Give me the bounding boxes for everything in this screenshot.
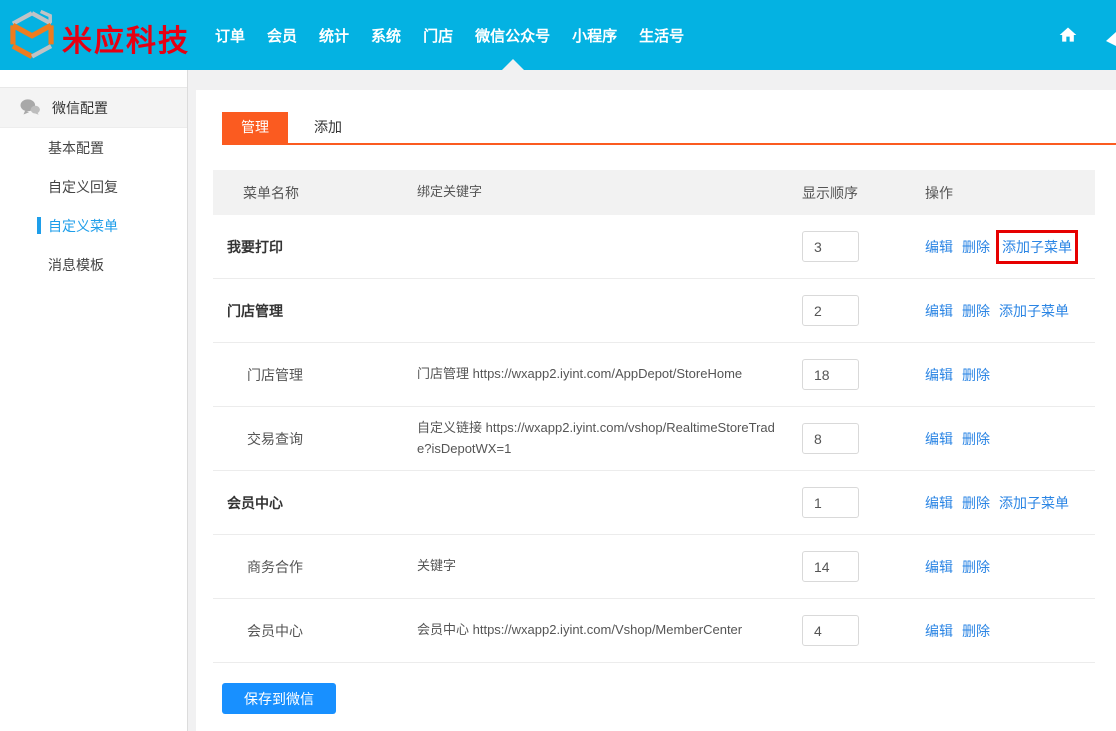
- active-indicator-bar: [37, 217, 41, 234]
- order-input[interactable]: [802, 423, 859, 454]
- sidebar-item-label: 基本配置: [48, 139, 104, 156]
- menu-keyword: 关键字: [417, 558, 457, 574]
- order-input[interactable]: [802, 615, 859, 646]
- brand-logo-icon: [10, 9, 54, 59]
- nav-item-wechat-official[interactable]: 微信公众号: [475, 25, 550, 46]
- menu-table: 菜单名称 绑定关键字 显示顺序 操作 我要打印 编辑 删除 添加子菜单 门店管理…: [213, 170, 1095, 663]
- nav-item-statistics[interactable]: 统计: [319, 25, 349, 46]
- edit-link[interactable]: 编辑: [925, 237, 953, 257]
- menu-name: 会员中心: [227, 494, 283, 511]
- table-header-row: 菜单名称 绑定关键字 显示顺序 操作: [213, 170, 1095, 215]
- wechat-icon: [20, 99, 40, 115]
- tab-manage[interactable]: 管理: [222, 112, 288, 143]
- menu-keyword: 门店管理 https://wxapp2.iyint.com/AppDepot/S…: [417, 366, 743, 382]
- col-header-actions: 操作: [925, 184, 953, 201]
- sidebar-item-message-template[interactable]: 消息模板: [0, 245, 187, 284]
- delete-link[interactable]: 删除: [962, 237, 990, 257]
- add-submenu-link[interactable]: 添加子菜单: [1002, 239, 1072, 255]
- top-header: 米应科技 订单 会员 统计 系统 门店 微信公众号 小程序 生活号: [0, 0, 1116, 70]
- menu-keyword: 会员中心 https://wxapp2.iyint.com/Vshop/Memb…: [417, 622, 743, 638]
- order-input[interactable]: [802, 551, 859, 582]
- order-input[interactable]: [802, 359, 859, 390]
- edit-link[interactable]: 编辑: [925, 621, 953, 641]
- sidebar-section-label: 微信配置: [52, 99, 108, 116]
- menu-name: 商务合作: [247, 558, 303, 575]
- home-icon[interactable]: [1058, 25, 1078, 45]
- edit-link[interactable]: 编辑: [925, 557, 953, 577]
- col-header-keyword: 绑定关键字: [417, 184, 483, 200]
- table-row: 会员中心 编辑 删除 添加子菜单: [213, 471, 1095, 535]
- menu-name: 交易查询: [247, 430, 303, 447]
- edit-link[interactable]: 编辑: [925, 493, 953, 513]
- menu-name: 门店管理: [227, 302, 283, 319]
- menu-name: 我要打印: [227, 238, 283, 255]
- content-card: 管理 添加 菜单名称 绑定关键字 显示顺序 操作 我要打印 编辑 删除 添加子菜…: [196, 90, 1116, 731]
- add-submenu-link[interactable]: 添加子菜单: [999, 301, 1069, 321]
- table-row: 我要打印 编辑 删除 添加子菜单: [213, 215, 1095, 279]
- menu-keyword: 自定义链接 https://wxapp2.iyint.com/vshop/Rea…: [417, 420, 775, 456]
- order-input[interactable]: [802, 295, 859, 326]
- sidebar-item-label: 消息模板: [48, 256, 104, 273]
- nav-item-system[interactable]: 系统: [371, 25, 401, 46]
- sidebar-spacer: [0, 70, 187, 88]
- edge-partial-icon[interactable]: [1106, 32, 1116, 46]
- delete-link[interactable]: 删除: [962, 365, 990, 385]
- nav-item-life-account[interactable]: 生活号: [639, 25, 684, 46]
- table-row: 门店管理 编辑 删除 添加子菜单: [213, 279, 1095, 343]
- sidebar-item-basic-config[interactable]: 基本配置: [0, 128, 187, 167]
- table-row: 商务合作 关键字 编辑 删除: [213, 535, 1095, 599]
- sidebar-item-label: 自定义菜单: [48, 217, 118, 234]
- top-nav: 订单 会员 统计 系统 门店 微信公众号 小程序 生活号: [215, 0, 684, 70]
- brand-title: 米应科技: [62, 24, 190, 59]
- delete-link[interactable]: 删除: [962, 621, 990, 641]
- delete-link[interactable]: 删除: [962, 493, 990, 513]
- nav-item-stores[interactable]: 门店: [423, 25, 453, 46]
- red-annotation-box: 添加子菜单: [996, 229, 1078, 264]
- add-submenu-link[interactable]: 添加子菜单: [999, 493, 1069, 513]
- table-row: 会员中心 会员中心 https://wxapp2.iyint.com/Vshop…: [213, 599, 1095, 663]
- delete-link[interactable]: 删除: [962, 557, 990, 577]
- tab-bar: 管理 添加: [222, 112, 1116, 145]
- edit-link[interactable]: 编辑: [925, 429, 953, 449]
- col-header-sort-order: 显示顺序: [802, 184, 858, 201]
- sidebar: 微信配置 基本配置 自定义回复 自定义菜单 消息模板: [0, 70, 188, 731]
- col-header-menu-name: 菜单名称: [243, 184, 299, 201]
- sidebar-item-label: 自定义回复: [48, 178, 118, 195]
- delete-link[interactable]: 删除: [962, 429, 990, 449]
- sidebar-item-custom-reply[interactable]: 自定义回复: [0, 167, 187, 206]
- table-row: 门店管理 门店管理 https://wxapp2.iyint.com/AppDe…: [213, 343, 1095, 407]
- nav-item-members[interactable]: 会员: [267, 25, 297, 46]
- nav-item-mini-program[interactable]: 小程序: [572, 25, 617, 46]
- menu-name: 门店管理: [247, 366, 303, 383]
- edit-link[interactable]: 编辑: [925, 301, 953, 321]
- menu-name: 会员中心: [247, 622, 303, 639]
- sidebar-item-custom-menu[interactable]: 自定义菜单: [0, 206, 187, 245]
- nav-item-orders[interactable]: 订单: [215, 25, 245, 46]
- sidebar-section-wechat-config[interactable]: 微信配置: [0, 88, 187, 128]
- save-to-wechat-button[interactable]: 保存到微信: [222, 683, 336, 714]
- table-row: 交易查询 自定义链接 https://wxapp2.iyint.com/vsho…: [213, 407, 1095, 471]
- active-nav-arrow: [502, 59, 524, 70]
- delete-link[interactable]: 删除: [962, 301, 990, 321]
- tab-add[interactable]: 添加: [288, 112, 368, 143]
- edit-link[interactable]: 编辑: [925, 365, 953, 385]
- order-input[interactable]: [802, 487, 859, 518]
- order-input[interactable]: [802, 231, 859, 262]
